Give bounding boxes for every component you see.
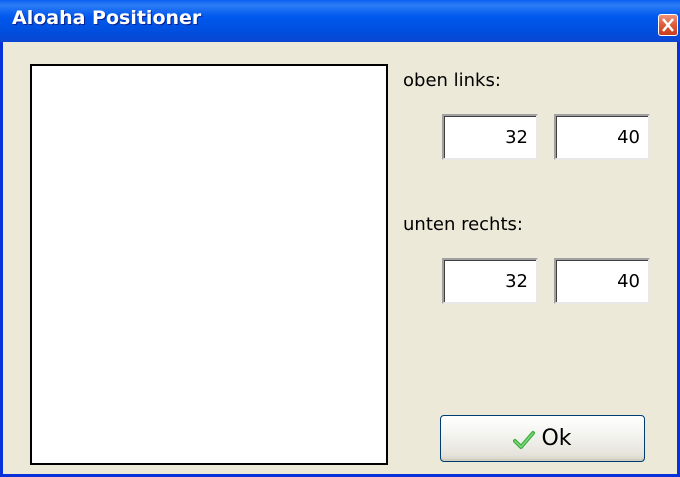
close-button[interactable] <box>658 14 678 36</box>
checkmark-icon <box>513 430 536 449</box>
top-left-x-input[interactable] <box>442 114 538 160</box>
preview-area[interactable] <box>30 64 388 465</box>
close-icon <box>662 18 674 32</box>
title-bar[interactable]: Aloaha Positioner <box>0 0 680 42</box>
bottom-right-y-input[interactable] <box>554 258 650 304</box>
ok-button-label: Ok <box>541 426 572 451</box>
bottom-right-x-input[interactable] <box>442 258 538 304</box>
top-left-y-input[interactable] <box>554 114 650 160</box>
dialog-window: Aloaha Positioner oben links: unten rech… <box>0 0 680 477</box>
bottom-right-label: unten rechts: <box>403 214 523 235</box>
ok-button[interactable]: Ok <box>440 415 645 462</box>
window-title: Aloaha Positioner <box>12 7 202 29</box>
top-left-label: oben links: <box>403 70 501 91</box>
